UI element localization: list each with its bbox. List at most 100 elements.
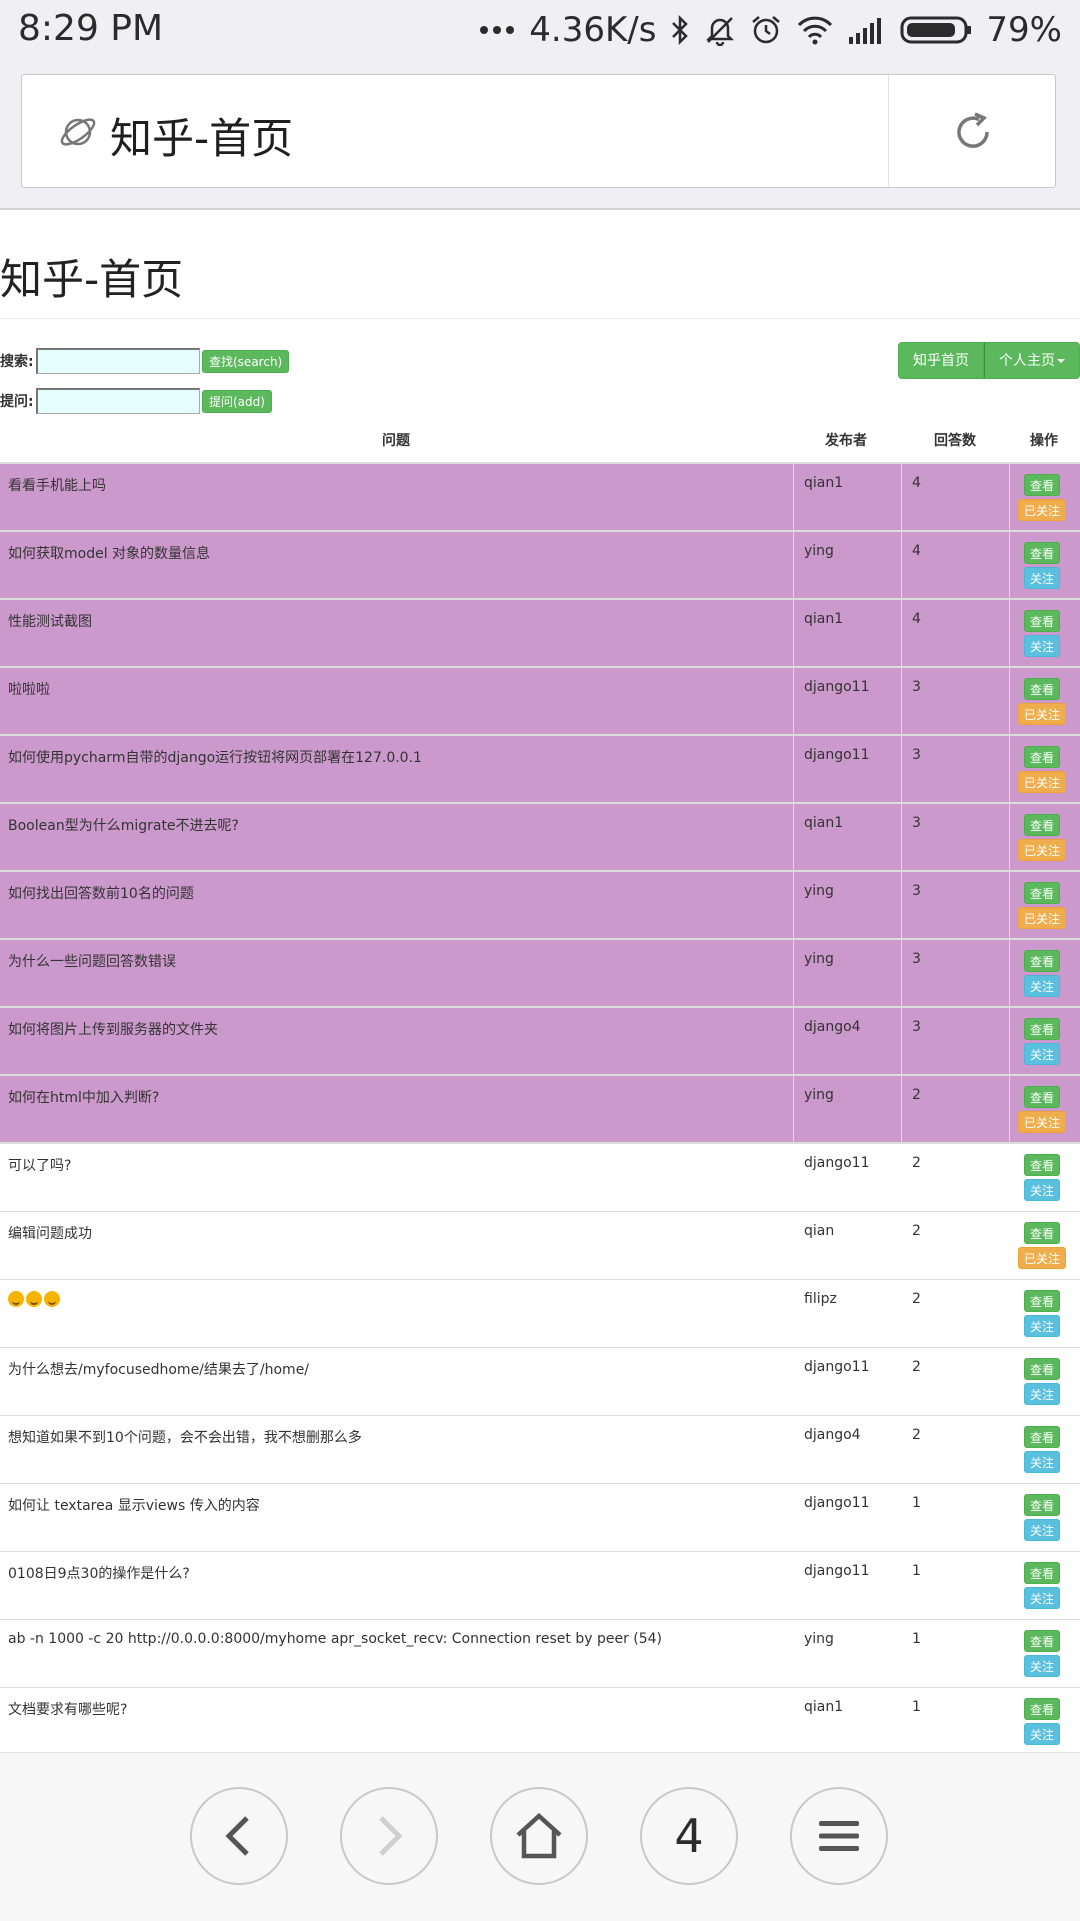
answer-count: 1 [912, 1563, 921, 1579]
search-button[interactable]: 查找(search) [202, 349, 290, 373]
author-text: django11 [804, 747, 870, 763]
row-actions: 查看 关注 [1014, 1494, 1070, 1541]
forward-button[interactable] [340, 1787, 438, 1885]
follow-button[interactable]: 关注 [1023, 1519, 1060, 1541]
row-actions: 查看 关注 [1014, 950, 1070, 997]
view-button[interactable]: 查看 [1023, 1494, 1060, 1516]
followed-button[interactable]: 已关注 [1017, 703, 1066, 725]
divider [0, 318, 1080, 319]
view-button[interactable]: 查看 [1023, 1018, 1060, 1040]
followed-button[interactable]: 已关注 [1017, 907, 1066, 929]
row-actions: 查看 关注 [1014, 1426, 1070, 1473]
view-button[interactable]: 查看 [1023, 882, 1060, 904]
table-row: 如何找出回答数前10名的问题 ying 3 查看 已关注 [0, 872, 1080, 940]
address-bar[interactable]: 知乎-首页 [21, 74, 1056, 188]
view-button[interactable]: 查看 [1023, 950, 1060, 972]
search-input[interactable] [36, 348, 200, 374]
row-actions: 查看 关注 [1014, 1018, 1070, 1065]
table-row: 可以了吗? django11 2 查看 关注 [0, 1144, 1080, 1212]
followed-button[interactable]: 已关注 [1017, 1111, 1066, 1133]
question-text: 如何获取model 对象的数量信息 [8, 546, 211, 562]
follow-button[interactable]: 关注 [1023, 1655, 1060, 1677]
follow-button[interactable]: 关注 [1023, 567, 1060, 589]
divider [0, 208, 1080, 210]
follow-button[interactable]: 关注 [1023, 1043, 1060, 1065]
status-time: 8:29 PM [18, 8, 164, 49]
question-text: 可以了吗? [8, 1158, 72, 1174]
table-row: 性能测试截图 qian1 4 查看 关注 [0, 600, 1080, 668]
page-title: 知乎-首页 [0, 255, 184, 304]
view-button[interactable]: 查看 [1023, 474, 1060, 496]
back-button[interactable] [190, 1787, 288, 1885]
alarm-icon [750, 14, 782, 46]
table-row: 如何使用pycharm自带的django运行按钮将网页部署在127.0.0.1 d… [0, 736, 1080, 804]
followed-button[interactable]: 已关注 [1017, 771, 1066, 793]
col-author-header: 发布者 [825, 433, 867, 449]
browser-toolbar: 知乎-首页 [0, 60, 1080, 210]
view-button[interactable]: 查看 [1023, 542, 1060, 564]
view-button[interactable]: 查看 [1023, 610, 1060, 632]
question-text: 如何找出回答数前10名的问题 [8, 886, 194, 902]
planet-icon [58, 112, 98, 152]
view-button[interactable]: 查看 [1023, 746, 1060, 768]
row-actions: 查看 关注 [1014, 1630, 1070, 1677]
table-row: 如何获取model 对象的数量信息 ying 4 查看 关注 [0, 532, 1080, 600]
personal-dropdown-button[interactable]: 个人主页 [984, 342, 1080, 379]
view-button[interactable]: 查看 [1023, 1154, 1060, 1176]
view-button[interactable]: 查看 [1023, 678, 1060, 700]
question-text: 性能测试截图 [8, 614, 92, 630]
status-bar: 8:29 PM 4.36K/s 79% [0, 0, 1080, 60]
row-actions: 查看 已关注 [1014, 1086, 1070, 1133]
table-row: Boolean型为什么migrate不进去呢? qian1 3 查看 已关注 [0, 804, 1080, 872]
followed-button[interactable]: 已关注 [1017, 839, 1066, 861]
cell-divider [793, 940, 794, 1006]
followed-button[interactable]: 已关注 [1017, 499, 1066, 521]
view-button[interactable]: 查看 [1023, 1222, 1060, 1244]
home-nav-button[interactable]: 知乎首页 [898, 342, 984, 379]
follow-button[interactable]: 关注 [1023, 1383, 1060, 1405]
view-button[interactable]: 查看 [1023, 1698, 1060, 1720]
table-row: 0108日9点30的操作是什么? django11 1 查看 关注 [0, 1552, 1080, 1620]
view-button[interactable]: 查看 [1023, 1562, 1060, 1584]
follow-button[interactable]: 关注 [1023, 975, 1060, 997]
view-button[interactable]: 查看 [1023, 1290, 1060, 1312]
ask-button[interactable]: 提问(add) [202, 389, 272, 413]
follow-button[interactable]: 关注 [1023, 1587, 1060, 1609]
table-row: 如何将图片上传到服务器的文件夹 django4 3 查看 关注 [0, 1008, 1080, 1076]
row-actions: 查看 已关注 [1014, 474, 1070, 521]
follow-button[interactable]: 关注 [1023, 635, 1060, 657]
author-text: ying [804, 1631, 834, 1647]
follow-button[interactable]: 关注 [1023, 1451, 1060, 1473]
row-actions: 查看 关注 [1014, 542, 1070, 589]
cell-divider [793, 532, 794, 598]
col-answers-header: 回答数 [934, 433, 976, 449]
follow-button[interactable]: 关注 [1023, 1179, 1060, 1201]
question-text: 编辑问题成功 [8, 1226, 92, 1242]
cell-divider [901, 940, 902, 1006]
view-button[interactable]: 查看 [1023, 1086, 1060, 1108]
cell-divider [793, 872, 794, 938]
view-button[interactable]: 查看 [1023, 814, 1060, 836]
ask-input[interactable] [36, 388, 200, 414]
question-text: 想知道如果不到10个问题，会不会出错，我不想删那么多 [8, 1430, 362, 1446]
signal-icon [848, 15, 886, 45]
col-question-header: 问题 [382, 433, 410, 449]
view-button[interactable]: 查看 [1023, 1426, 1060, 1448]
answer-count: 2 [912, 1155, 921, 1171]
answer-count: 3 [912, 747, 921, 763]
follow-button[interactable]: 关注 [1023, 1315, 1060, 1337]
reload-button[interactable] [889, 75, 1055, 187]
follow-button[interactable]: 关注 [1023, 1723, 1060, 1745]
cell-divider [901, 600, 902, 666]
view-button[interactable]: 查看 [1023, 1358, 1060, 1380]
view-button[interactable]: 查看 [1023, 1630, 1060, 1652]
answer-count: 4 [912, 611, 921, 627]
cell-divider [793, 668, 794, 734]
author-text: django11 [804, 1359, 870, 1375]
menu-button[interactable] [790, 1787, 888, 1885]
question-text: ab -n 1000 -c 20 http://0.0.0.0:8000/myh… [8, 1631, 663, 1647]
home-button[interactable] [490, 1787, 588, 1885]
row-actions: 查看 已关注 [1014, 814, 1070, 861]
followed-button[interactable]: 已关注 [1017, 1247, 1066, 1269]
tabs-button[interactable]: 4 [640, 1787, 738, 1885]
